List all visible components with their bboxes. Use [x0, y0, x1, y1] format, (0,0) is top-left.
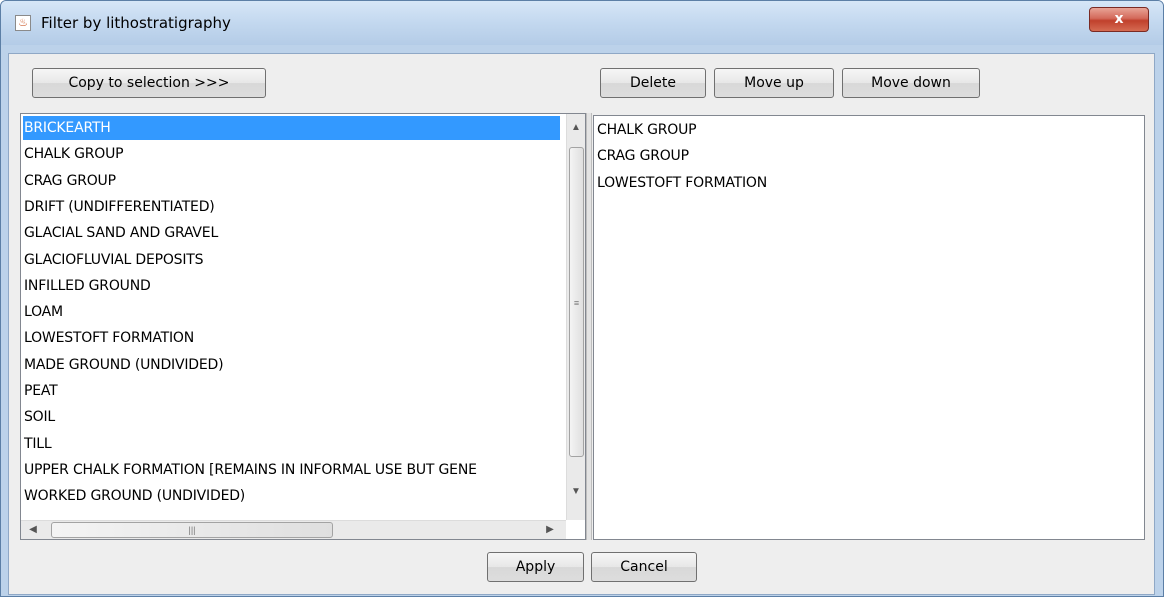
list-item[interactable]: CRAG GROUP — [596, 144, 1137, 168]
scroll-up-arrow-icon[interactable]: ▲ — [568, 120, 584, 136]
close-button[interactable]: x — [1089, 7, 1149, 32]
dialog-content: Copy to selection >>> Delete Move up Mov… — [8, 53, 1155, 595]
available-list[interactable]: BRICKEARTH CHALK GROUP CRAG GROUP DRIFT (UN… — [20, 113, 586, 540]
list-item[interactable]: LOWESTOFT FORMATION — [596, 171, 1137, 195]
list-item[interactable]: CHALK GROUP — [23, 142, 560, 166]
list-item[interactable]: MADE GROUND (UNDIVIDED) — [23, 353, 560, 377]
vertical-scroll-thumb[interactable]: ≡ — [569, 147, 584, 457]
list-item[interactable]: GLACIOFLUVIAL DEPOSITS — [23, 248, 560, 272]
list-item[interactable]: UPPER CHALK FORMATION [REMAINS IN INFORM… — [23, 458, 560, 482]
list-item[interactable]: GLACIAL SAND AND GRAVEL — [23, 221, 560, 245]
split-pane-divider[interactable] — [586, 113, 592, 540]
list-item[interactable]: BRICKEARTH — [23, 116, 560, 140]
cancel-button[interactable]: Cancel — [591, 552, 697, 582]
copy-to-selection-button[interactable]: Copy to selection >>> — [32, 68, 266, 98]
list-item[interactable]: LOWESTOFT FORMATION — [23, 326, 560, 350]
horizontal-scrollbar[interactable]: ◀ ||| ▶ — [21, 520, 566, 539]
selection-list[interactable]: CHALK GROUP CRAG GROUP LOWESTOFT FORMATION — [593, 115, 1145, 540]
scroll-right-arrow-icon[interactable]: ▶ — [542, 522, 558, 538]
list-item[interactable]: CHALK GROUP — [596, 118, 1137, 142]
move-up-button[interactable]: Move up — [714, 68, 834, 98]
scroll-left-arrow-icon[interactable]: ◀ — [25, 522, 41, 538]
list-item[interactable]: LOAM — [23, 300, 560, 324]
scroll-down-arrow-icon[interactable]: ▼ — [568, 484, 584, 500]
title-bar[interactable]: ♨ Filter by lithostratigraphy x — [1, 1, 1163, 45]
list-item[interactable]: PEAT — [23, 379, 560, 403]
list-item[interactable]: WORKED GROUND (UNDIVIDED) — [23, 484, 560, 508]
dialog-window: ♨ Filter by lithostratigraphy x Copy to … — [0, 0, 1164, 597]
list-item[interactable]: CRAG GROUP — [23, 169, 560, 193]
list-item[interactable]: INFILLED GROUND — [23, 274, 560, 298]
horizontal-scroll-thumb[interactable]: ||| — [51, 522, 333, 538]
list-item[interactable]: SOIL — [23, 405, 560, 429]
delete-button[interactable]: Delete — [600, 68, 706, 98]
vertical-scrollbar[interactable]: ▲ ≡ ▼ — [566, 114, 585, 520]
java-cup-icon: ♨ — [15, 15, 31, 31]
apply-button[interactable]: Apply — [487, 552, 584, 582]
move-down-button[interactable]: Move down — [842, 68, 980, 98]
window-title: Filter by lithostratigraphy — [41, 14, 231, 32]
list-item[interactable]: TILL — [23, 432, 560, 456]
list-item[interactable]: DRIFT (UNDIFFERENTIATED) — [23, 195, 560, 219]
